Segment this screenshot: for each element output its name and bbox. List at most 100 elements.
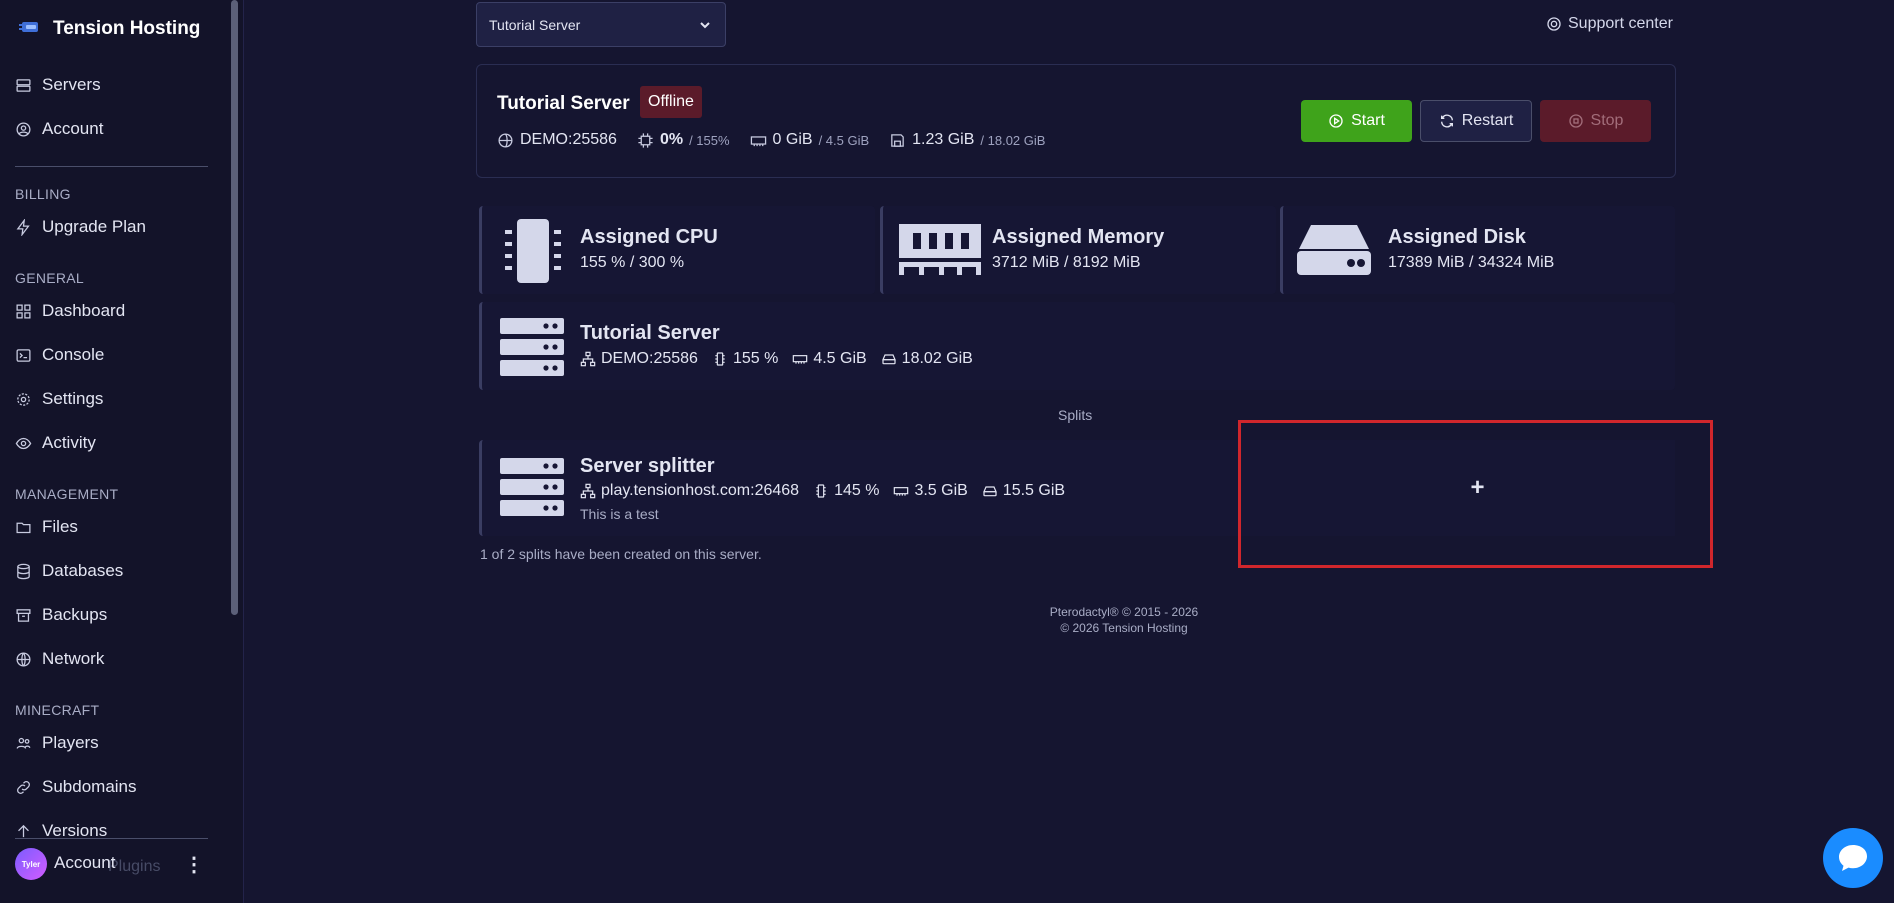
users-icon (16, 737, 31, 749)
split-server-disk-value: 15.5 GiB (1002, 482, 1066, 499)
sidebar-item-label: Files (42, 517, 78, 536)
sidebar-item-servers[interactable]: Servers (15, 75, 101, 95)
main-server-card[interactable]: Tutorial Server DEMO:25586 155 % 4.5 GiB… (479, 302, 1675, 390)
sidebar-item-label: Dashboard (42, 301, 126, 320)
status-badge: Offline (640, 86, 702, 118)
save-icon (891, 133, 904, 147)
sidebar-item-console[interactable]: Console (15, 345, 104, 365)
sidebar-item-label: Activity (42, 433, 96, 452)
sidebar-item-account[interactable]: Account (15, 119, 103, 139)
sidebar-item-files[interactable]: Files (15, 517, 78, 537)
sidebar-item-label: Upgrade Plan (42, 217, 146, 236)
assigned-memory-card: Assigned Memory 3712 MiB / 8192 MiB (880, 206, 1276, 294)
account-menu-label[interactable]: Account (54, 853, 115, 873)
globe-icon (498, 132, 513, 148)
chat-widget-button[interactable] (1823, 828, 1883, 888)
hard-drive-icon (881, 354, 896, 365)
sidebar-item-activity[interactable]: Activity (15, 433, 96, 453)
sidebar-item-databases[interactable]: Databases (15, 561, 123, 581)
sidebar-item-label: Backups (42, 605, 108, 624)
lifebuoy-icon (1547, 17, 1561, 31)
section-billing: BILLING (15, 186, 71, 202)
hard-drive-icon (1297, 225, 1371, 275)
sidebar-item-label: Network (42, 649, 105, 668)
server-rack-icon (500, 458, 564, 516)
stop-circle-icon (1568, 114, 1583, 128)
memory-stat: 0 GiB / 4.5 GiB (750, 131, 870, 149)
split-server-memory: 3.5 GiB (893, 482, 968, 500)
terminal-icon (16, 348, 31, 362)
main-server-disk: 18.02 GiB (881, 350, 973, 368)
split-server-cpu-value: 145 % (834, 482, 880, 499)
server-status-card: Tutorial Server Offline DEMO:25586 0% / … (476, 64, 1676, 178)
hard-drive-icon (982, 486, 997, 497)
grid-icon (16, 303, 31, 319)
chevron-down-icon (700, 22, 710, 29)
folder-icon (16, 522, 31, 533)
start-button-label: Start (1351, 112, 1385, 129)
memory-icon (750, 135, 766, 146)
sidebar-scrollbar[interactable] (231, 0, 238, 615)
network-icon (580, 351, 596, 367)
split-server-address: play.tensionhost.com:26468 (580, 482, 799, 500)
server-stats: DEMO:25586 0% / 155% 0 GiB / 4.5 GiB 1.2… (497, 131, 1045, 149)
start-button[interactable]: Start (1301, 100, 1412, 142)
disk-limit: / 18.02 GiB (980, 132, 1046, 148)
logo-icon (19, 19, 41, 40)
sidebar-item-subdomains[interactable]: Subdomains (15, 777, 137, 797)
cpu-icon (715, 352, 725, 366)
server-rack-icon (500, 318, 564, 376)
sidebar-item-players[interactable]: Players (15, 733, 99, 753)
sidebar-item-dashboard[interactable]: Dashboard (15, 301, 125, 321)
play-circle-icon (1329, 114, 1343, 128)
footer-copyright-host: © 2026 Tension Hosting (1060, 621, 1188, 635)
assigned-cpu-card: Assigned CPU 155 % / 300 % (479, 206, 875, 294)
sidebar-item-label: Account (42, 119, 104, 138)
memory-icon (793, 355, 808, 364)
sidebar-item-label: Console (42, 345, 105, 364)
main-server-cpu: 155 % (712, 350, 778, 368)
gear-icon (17, 392, 30, 406)
stop-button[interactable]: Stop (1540, 100, 1651, 142)
memory-value: 0 GiB (772, 131, 813, 148)
sidebar-item-backups[interactable]: Backups (15, 605, 107, 625)
add-split-button[interactable]: + (1280, 440, 1675, 536)
sidebar-divider (15, 166, 208, 167)
chat-bubble-icon (1839, 845, 1867, 871)
restart-button[interactable]: Restart (1420, 100, 1532, 142)
cpu-icon (816, 484, 826, 498)
sidebar-item-label: Settings (42, 389, 104, 408)
assigned-memory-title: Assigned Memory (992, 226, 1165, 248)
address-value: DEMO:25586 (520, 131, 617, 148)
memory-limit: / 4.5 GiB (818, 132, 870, 148)
sidebar-item-upgrade-plan[interactable]: Upgrade Plan (15, 217, 146, 237)
footer: Pterodactyl® © 2015 - 2026 © 2026 Tensio… (864, 604, 1384, 636)
cpu-value: 0% (659, 131, 684, 148)
assigned-disk-title: Assigned Disk (1388, 226, 1526, 248)
splits-count-note: 1 of 2 splits have been created on this … (480, 546, 762, 562)
split-server-stats: play.tensionhost.com:26468 145 % 3.5 GiB… (580, 482, 1065, 500)
brand[interactable]: Tension Hosting (19, 18, 200, 40)
user-circle-icon (16, 121, 31, 137)
server-name: Tutorial Server (497, 93, 630, 114)
assigned-cpu-title: Assigned CPU (580, 226, 718, 248)
main-server-memory-value: 4.5 GiB (813, 350, 867, 367)
split-server-card[interactable]: Server splitter play.tensionhost.com:264… (479, 440, 1301, 536)
memory-stick-icon (899, 224, 981, 275)
plus-icon: + (1470, 474, 1485, 501)
main-server-address-value: DEMO:25586 (601, 350, 698, 367)
account-bar[interactable]: Plugins Tyler Account ⋮ (0, 838, 210, 888)
sidebar-item-network[interactable]: Network (15, 649, 104, 669)
sidebar-item-label: Subdomains (42, 777, 137, 796)
main-server-cpu-value: 155 % (732, 350, 779, 367)
sidebar-item-settings[interactable]: Settings (15, 389, 103, 409)
sidebar-item-plugins[interactable]: Plugins (108, 858, 160, 876)
disk-stat: 1.23 GiB / 18.02 GiB (889, 131, 1045, 149)
split-server-name: Server splitter (580, 455, 715, 477)
main-server-memory: 4.5 GiB (792, 350, 867, 368)
more-vertical-icon[interactable]: ⋮ (184, 852, 204, 877)
avatar[interactable]: Tyler (15, 848, 47, 880)
server-select[interactable]: Tutorial Server (476, 2, 726, 47)
support-center-link[interactable]: Support center (1546, 15, 1673, 33)
memory-icon (894, 487, 909, 496)
